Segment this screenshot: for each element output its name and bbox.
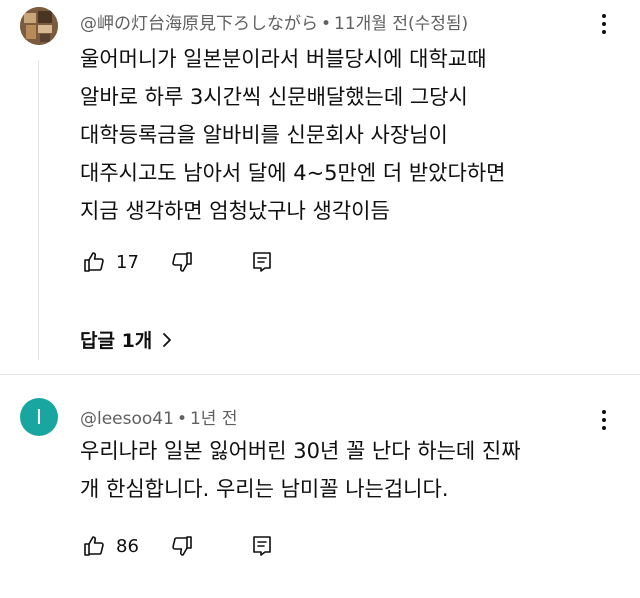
more-vertical-icon[interactable] — [600, 12, 608, 36]
comment-actions: 86 — [80, 532, 276, 560]
thumbs-up-icon[interactable] — [80, 532, 108, 560]
reply-thread-line — [38, 60, 39, 360]
comment-meta: @leesoo41 • 1년 전 — [80, 404, 237, 429]
comment-author[interactable]: @岬の灯台海原見下ろしながら — [80, 14, 318, 34]
comment-actions: 17 — [80, 248, 276, 276]
thumbs-up-icon[interactable] — [80, 248, 108, 276]
comment-text-line: 울어머니가 일본분이라서 버블당시에 대학교때 — [80, 47, 487, 71]
comment-text-line: 알바로 하루 3시간씩 신문배달했는데 그당시 — [80, 85, 468, 109]
thumbs-down-icon[interactable] — [168, 532, 196, 560]
replies-label: 답글 1개 — [80, 330, 153, 352]
comment-text-line: 대학등록금을 알바비를 신문회사 사장님이 — [80, 123, 448, 147]
thumbs-down-icon[interactable] — [168, 248, 196, 276]
comment-meta: @岬の灯台海原見下ろしながら • 11개월 전(수정됨) — [80, 9, 468, 34]
meta-separator: • — [176, 409, 187, 429]
more-vertical-icon[interactable] — [600, 408, 608, 432]
comment-divider — [0, 374, 640, 375]
comment-text: 울어머니가 일본분이라서 버블당시에 대학교때 알바로 하루 3시간씩 신문배달… — [80, 40, 505, 230]
comment-text: 우리나라 일본 잃어버린 30년 꼴 난다 하는데 진짜 개 한심합니다. 우리… — [80, 432, 521, 508]
avatar-letter: I — [36, 405, 42, 429]
comment-text-line: 우리나라 일본 잃어버린 30년 꼴 난다 하는데 진짜 — [80, 439, 521, 463]
photo-avatar-icon[interactable] — [20, 7, 58, 45]
comment-time[interactable]: 1년 전 — [190, 409, 238, 429]
comment-time[interactable]: 11개월 전(수정됨) — [334, 14, 468, 34]
like-count: 86 — [116, 535, 139, 557]
meta-separator: • — [321, 14, 332, 34]
comment-author[interactable]: @leesoo41 — [80, 409, 174, 429]
comment-text-line: 개 한심합니다. 우리는 남미꼴 나는겁니다. — [80, 477, 449, 501]
comment-text-line: 대주시고도 남아서 달에 4~5만엔 더 받았다하면 — [80, 161, 506, 185]
like-count: 17 — [116, 251, 139, 273]
comment-text-line: 지금 생각하면 엄청났구나 생각이듬 — [80, 199, 390, 223]
letter-avatar[interactable]: I — [20, 398, 58, 436]
reply-comment-icon[interactable] — [248, 532, 276, 560]
reply-comment-icon[interactable] — [248, 248, 276, 276]
view-replies-button[interactable]: 답글 1개 — [80, 326, 172, 353]
chevron-right-icon — [162, 332, 172, 348]
